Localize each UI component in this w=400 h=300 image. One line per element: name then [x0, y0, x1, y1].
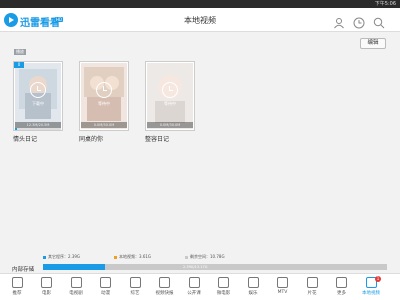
status-bar: 下午5:06: [0, 0, 400, 8]
nav-item-film[interactable]: 电影: [35, 276, 59, 300]
nav-label: 片花: [307, 291, 317, 296]
storage-label: 内部存储: [12, 267, 35, 273]
nav-item-tv[interactable]: 电视剧: [64, 276, 88, 300]
nav-label: 微电影: [216, 291, 231, 296]
video-title[interactable]: 整容日记: [145, 134, 169, 143]
storage-text: 2.39G/13.17G: [183, 265, 208, 269]
download-progress: [15, 128, 61, 130]
nav-label: 电视剧: [69, 291, 83, 296]
nav-item-more[interactable]: 更多: [330, 276, 354, 300]
download-size: 0.0M/30.0M: [147, 122, 193, 128]
download-size: 0.0M/50.0M: [81, 122, 127, 128]
nav-label: 电影: [42, 291, 51, 296]
mtv-icon: [277, 277, 288, 288]
app-header: 迅雷看看 HD 本地视频: [0, 8, 400, 32]
nav-badge: 1: [375, 276, 381, 282]
legend-other-apps: 其它程序：2.39G: [43, 254, 80, 260]
video-title[interactable]: 同桌的你: [79, 134, 103, 143]
nav-item-news[interactable]: 视频快报: [153, 276, 177, 300]
video-card[interactable]: 等待中 0.0M/30.0M: [145, 61, 195, 131]
storage-used: [43, 264, 105, 270]
film-icon: [41, 277, 52, 288]
legend-local-video: 本地视频：3.61G: [114, 254, 151, 260]
user-icon[interactable]: [333, 14, 345, 29]
variety-icon: [129, 277, 141, 288]
bottom-nav: 推荐 电影 电视剧 动漫 综艺 视频快报 公开课 微电影 娱乐 MTV 片花 更多 本地视频 1: [0, 273, 400, 300]
download-icon: [30, 82, 46, 98]
nav-label: 综艺: [130, 291, 140, 296]
legend-free-space: 剩余空间：10.78G: [185, 254, 225, 260]
nav-label: 娱乐: [248, 291, 258, 296]
download-state: 等待中: [164, 101, 176, 106]
news-icon: [159, 277, 170, 288]
more-icon: [336, 277, 347, 288]
nav-item-mtv[interactable]: MTV: [271, 276, 295, 300]
storage-bar: 2.39G/13.17G: [43, 264, 387, 270]
nav-item-trailer[interactable]: 片花: [300, 276, 324, 300]
home-icon: [11, 277, 23, 288]
nav-label: 视频快报: [155, 291, 174, 296]
nav-item-entertainment[interactable]: 娱乐: [241, 276, 265, 300]
nav-item-home[interactable]: 推荐: [5, 276, 29, 300]
nav-label: 动漫: [101, 291, 110, 296]
tv-icon: [70, 277, 82, 288]
course-icon: [188, 277, 200, 288]
edit-button[interactable]: 编辑: [360, 38, 386, 49]
video-card[interactable]: 0 下载中 12.3M/20.5M: [13, 61, 63, 131]
waiting-icon: [162, 82, 178, 98]
new-badge: 0: [14, 62, 24, 68]
status-time: 下午5:06: [374, 1, 396, 7]
nav-item-course[interactable]: 公开课: [182, 276, 206, 300]
nav-item-micro-film[interactable]: 微电影: [212, 276, 236, 300]
history-icon[interactable]: [353, 14, 365, 29]
section-tag: 播放: [14, 49, 26, 55]
nav-label: 本地视频: [362, 291, 380, 296]
download-state: 下载中: [32, 101, 44, 106]
nav-item-anime[interactable]: 动漫: [94, 276, 118, 300]
anime-icon: [100, 277, 111, 288]
nav-item-variety[interactable]: 综艺: [123, 276, 147, 300]
nav-label: 推荐: [12, 291, 22, 296]
video-title[interactable]: 情头日记: [13, 134, 37, 143]
micro-film-icon: [218, 277, 229, 288]
search-icon[interactable]: [373, 14, 385, 29]
trailer-icon: [306, 277, 318, 288]
waiting-icon: [96, 82, 112, 98]
nav-item-local-video[interactable]: 本地视频 1: [359, 276, 383, 300]
video-card[interactable]: 等待中 0.0M/50.0M: [79, 61, 129, 131]
nav-label: MTV: [277, 290, 288, 295]
nav-label: 公开课: [187, 291, 201, 296]
entertainment-icon: [247, 277, 259, 288]
nav-label: 更多: [337, 291, 346, 296]
download-state: 等待中: [98, 101, 110, 106]
